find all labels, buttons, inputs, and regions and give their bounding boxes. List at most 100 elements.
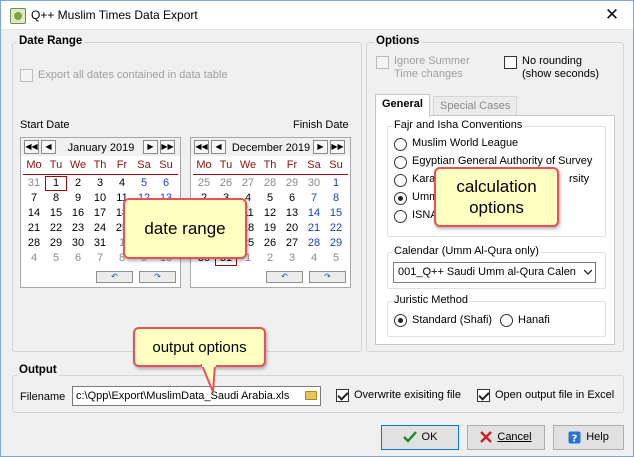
juristic-title: Juristic Method bbox=[392, 294, 470, 306]
radio-karachi[interactable] bbox=[394, 174, 407, 187]
calendar-day[interactable]: 12 bbox=[259, 206, 281, 221]
filename-value: c:\Qpp\Export\MuslimData_Saudi Arabia.xl… bbox=[76, 390, 290, 402]
last-month-button[interactable]: ▶▶ bbox=[330, 140, 345, 154]
last-month-button[interactable]: ▶▶ bbox=[160, 140, 175, 154]
calendar-day[interactable]: 7 bbox=[303, 191, 325, 206]
weekday-label: Th bbox=[263, 159, 277, 171]
prev-month-button[interactable]: ◀ bbox=[41, 140, 56, 154]
next-month-button[interactable]: ▶ bbox=[143, 140, 158, 154]
folder-icon[interactable] bbox=[305, 391, 317, 400]
calendar-day[interactable]: 10 bbox=[89, 191, 111, 206]
export-all-checkbox[interactable] bbox=[20, 69, 33, 82]
calendar-day[interactable]: 28 bbox=[259, 176, 281, 191]
calendar-day[interactable]: 28 bbox=[23, 236, 45, 251]
calendar-day[interactable]: 24 bbox=[89, 221, 111, 236]
close-icon[interactable]: ✕ bbox=[601, 5, 623, 25]
open-excel-checkbox[interactable] bbox=[477, 389, 490, 402]
radio-egyptian-authority[interactable] bbox=[394, 156, 407, 169]
calendar-day[interactable]: 2 bbox=[259, 251, 281, 266]
calendar-day[interactable]: 13 bbox=[281, 206, 303, 221]
calendar-day[interactable]: 4 bbox=[303, 251, 325, 266]
calendar-day[interactable]: 14 bbox=[23, 206, 45, 221]
radio-standard-shafi[interactable] bbox=[394, 314, 407, 327]
overwrite-checkbox[interactable] bbox=[336, 389, 349, 402]
calendar-day[interactable]: 6 bbox=[67, 251, 89, 266]
ignore-summer-checkbox[interactable] bbox=[376, 56, 389, 69]
calendar-day[interactable]: 7 bbox=[23, 191, 45, 206]
no-rounding-checkbox[interactable] bbox=[504, 56, 517, 69]
calendar-day[interactable]: 4 bbox=[23, 251, 45, 266]
calendar-day[interactable]: 2 bbox=[67, 176, 89, 191]
calendar-day[interactable]: 29 bbox=[281, 176, 303, 191]
calendar-day[interactable]: 15 bbox=[325, 206, 347, 221]
calendar-day[interactable]: 1 bbox=[45, 176, 67, 191]
tab-special-cases[interactable]: Special Cases bbox=[433, 96, 518, 116]
radio-muslim-world-league[interactable] bbox=[394, 138, 407, 151]
calendar-day[interactable]: 6 bbox=[281, 191, 303, 206]
calendar-day[interactable]: 19 bbox=[259, 221, 281, 236]
help-button[interactable]: ? Help bbox=[553, 425, 624, 450]
ok-label: OK bbox=[421, 431, 438, 443]
calendar-day[interactable]: 5 bbox=[133, 176, 155, 191]
tab-general[interactable]: General bbox=[375, 94, 430, 117]
ok-button[interactable]: OK bbox=[381, 425, 459, 450]
calendar-day[interactable]: 31 bbox=[89, 236, 111, 251]
cancel-icon bbox=[480, 431, 493, 443]
filename-input[interactable]: c:\Qpp\Export\MuslimData_Saudi Arabia.xl… bbox=[72, 386, 321, 406]
cancel-label: Cancel bbox=[497, 431, 532, 443]
calendar-redo-button[interactable]: ↷ bbox=[309, 271, 346, 283]
calendar-day[interactable]: 30 bbox=[67, 236, 89, 251]
calendar-day[interactable]: 9 bbox=[67, 191, 89, 206]
calendar-day[interactable]: 14 bbox=[303, 206, 325, 221]
calendar-day[interactable]: 25 bbox=[193, 176, 215, 191]
calendar-day[interactable]: 5 bbox=[259, 191, 281, 206]
calendar-day[interactable]: 17 bbox=[89, 206, 111, 221]
calendar-day[interactable]: 21 bbox=[23, 221, 45, 236]
calendar-day[interactable]: 8 bbox=[45, 191, 67, 206]
window-title: Q++ Muslim Times Data Export bbox=[31, 8, 198, 22]
cancel-button[interactable]: Cancel bbox=[467, 425, 545, 450]
calendar-day[interactable]: 27 bbox=[237, 176, 259, 191]
date-range-callout-text: date range bbox=[144, 218, 226, 238]
radio-isna[interactable] bbox=[394, 210, 407, 223]
calendar-day[interactable]: 16 bbox=[67, 206, 89, 221]
calendar-day[interactable]: 1 bbox=[325, 176, 347, 191]
output-callout-text: output options bbox=[152, 338, 247, 356]
first-month-button[interactable]: ◀◀ bbox=[24, 140, 39, 154]
calendar-undo-button[interactable]: ↶ bbox=[266, 271, 303, 283]
open-excel-label: Open output file in Excel bbox=[495, 389, 615, 401]
calendar-day[interactable]: 6 bbox=[155, 176, 177, 191]
calendar-day[interactable]: 3 bbox=[89, 176, 111, 191]
calendar-day[interactable]: 26 bbox=[259, 236, 281, 251]
radio-hanafi[interactable] bbox=[500, 314, 513, 327]
calendar-day[interactable]: 8 bbox=[325, 191, 347, 206]
calendar-day[interactable]: 27 bbox=[281, 236, 303, 251]
calendar-day[interactable]: 30 bbox=[303, 176, 325, 191]
calendar-day[interactable]: 22 bbox=[325, 221, 347, 236]
calendar-day[interactable]: 31 bbox=[23, 176, 45, 191]
calendar-day[interactable]: 22 bbox=[45, 221, 67, 236]
calendar-day[interactable]: 7 bbox=[89, 251, 111, 266]
calendar-select[interactable]: 001_Q++ Saudi Umm al-Qura Calen bbox=[393, 262, 596, 283]
calendar-day[interactable]: 29 bbox=[45, 236, 67, 251]
calendar-undo-button[interactable]: ↶ bbox=[96, 271, 133, 283]
calendar-day[interactable]: 3 bbox=[281, 251, 303, 266]
calendar-day[interactable]: 5 bbox=[325, 251, 347, 266]
calendar-day[interactable]: 5 bbox=[45, 251, 67, 266]
calendar-day[interactable]: 29 bbox=[325, 236, 347, 251]
calendar-day[interactable]: 23 bbox=[67, 221, 89, 236]
weekday-label: Su bbox=[159, 159, 173, 171]
svg-text:?: ? bbox=[572, 433, 578, 444]
first-month-button[interactable]: ◀◀ bbox=[194, 140, 209, 154]
radio-umm-al-qura[interactable] bbox=[394, 192, 407, 205]
calendar-day[interactable]: 21 bbox=[303, 221, 325, 236]
calendar-day[interactable]: 15 bbox=[45, 206, 67, 221]
calendar-day[interactable]: 20 bbox=[281, 221, 303, 236]
calendar-redo-button[interactable]: ↷ bbox=[139, 271, 176, 283]
next-month-button[interactable]: ▶ bbox=[313, 140, 328, 154]
calendar-day[interactable]: 26 bbox=[215, 176, 237, 191]
karachi-label-tail: rsity bbox=[569, 173, 590, 185]
prev-month-button[interactable]: ◀ bbox=[211, 140, 226, 154]
calendar-day[interactable]: 4 bbox=[111, 176, 133, 191]
calendar-day[interactable]: 28 bbox=[303, 236, 325, 251]
